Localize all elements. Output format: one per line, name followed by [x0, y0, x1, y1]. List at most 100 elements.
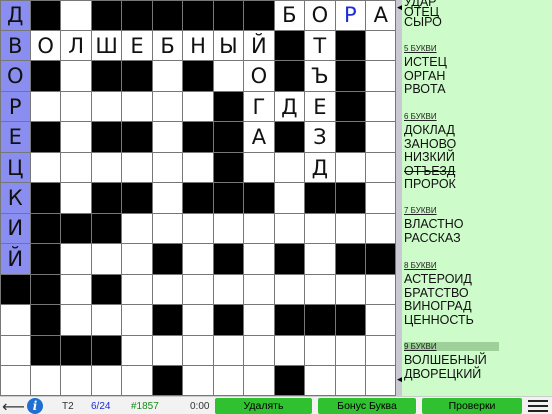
grid-cell[interactable]: Г: [244, 91, 274, 122]
grid-cell[interactable]: [183, 366, 213, 396]
grid-cell[interactable]: [244, 244, 274, 274]
grid-cell[interactable]: [122, 305, 152, 335]
grid-cell[interactable]: [0, 335, 30, 366]
grid-cell[interactable]: Ш: [91, 30, 122, 61]
grid-cell[interactable]: [305, 366, 335, 396]
grid-cell[interactable]: Е: [122, 30, 152, 61]
grid-cell[interactable]: [122, 274, 152, 305]
grid-cell[interactable]: Й: [0, 244, 30, 274]
grid-cell[interactable]: Ы: [213, 30, 244, 61]
grid-cell[interactable]: [366, 122, 396, 152]
grid-cell[interactable]: [152, 152, 183, 183]
grid-cell[interactable]: Д: [0, 0, 30, 30]
word-entry[interactable]: ДВОРЕЦКИЙ: [404, 367, 481, 382]
grid-cell[interactable]: [183, 335, 213, 366]
grid-cell[interactable]: [122, 335, 152, 366]
info-icon[interactable]: i: [27, 398, 43, 414]
grid-cell[interactable]: [335, 213, 366, 244]
grid-cell[interactable]: [335, 274, 366, 305]
grid-cell[interactable]: [366, 30, 396, 61]
grid-cell[interactable]: [61, 0, 91, 30]
grid-cell[interactable]: [274, 213, 305, 244]
grid-cell[interactable]: [91, 91, 122, 122]
grid-cell[interactable]: Ъ: [305, 61, 335, 91]
grid-cell[interactable]: [366, 183, 396, 213]
grid-cell[interactable]: Т: [305, 30, 335, 61]
grid-cell[interactable]: К: [0, 183, 30, 213]
grid-cell[interactable]: О: [0, 61, 30, 91]
word-group-title[interactable]: 6 БУКВИ: [404, 112, 437, 121]
grid-cell[interactable]: [274, 274, 305, 305]
delete-button[interactable]: Удалять: [215, 398, 312, 414]
grid-cell[interactable]: [213, 61, 244, 91]
grid-cell[interactable]: [274, 335, 305, 366]
grid-cell[interactable]: Е: [0, 122, 30, 152]
grid-cell[interactable]: З: [305, 122, 335, 152]
grid-cell[interactable]: [0, 305, 30, 335]
word-entry[interactable]: АСТЕРОИД: [404, 272, 472, 287]
grid-cell[interactable]: [366, 61, 396, 91]
grid-cell[interactable]: [30, 366, 61, 396]
grid-cell[interactable]: [122, 244, 152, 274]
grid-cell[interactable]: [152, 335, 183, 366]
grid-cell[interactable]: [30, 91, 61, 122]
grid-cell[interactable]: [366, 305, 396, 335]
grid-cell[interactable]: Н: [183, 30, 213, 61]
grid-cell[interactable]: [91, 152, 122, 183]
grid-cell[interactable]: [244, 335, 274, 366]
grid-cell[interactable]: [61, 305, 91, 335]
grid-cell[interactable]: [274, 183, 305, 213]
grid-cell[interactable]: [122, 152, 152, 183]
word-entry[interactable]: ВИНОГРАД: [404, 299, 472, 314]
word-group-title[interactable]: 7 БУКВИ: [404, 206, 437, 215]
bonus-letter-button[interactable]: Бонус Буква: [318, 398, 416, 414]
grid-cell[interactable]: [366, 335, 396, 366]
grid-cell[interactable]: А: [366, 0, 396, 30]
grid-cell[interactable]: [274, 152, 305, 183]
grid-cell[interactable]: [183, 91, 213, 122]
grid-cell[interactable]: В: [0, 30, 30, 61]
grid-cell[interactable]: [213, 335, 244, 366]
grid-cell[interactable]: [183, 244, 213, 274]
grid-cell[interactable]: [152, 122, 183, 152]
check-button[interactable]: Проверки: [422, 398, 522, 414]
grid-cell[interactable]: [61, 122, 91, 152]
grid-cell[interactable]: [61, 61, 91, 91]
word-group-title[interactable]: 9 БУКВИ: [404, 342, 499, 351]
word-entry[interactable]: БРАТСТВО: [404, 286, 469, 301]
grid-cell[interactable]: [335, 366, 366, 396]
crossword-grid[interactable]: ДБОРАВОЛШЕБНЫЙТООЪРГДЕЕАЗЦДКИЙ: [0, 0, 396, 396]
grid-cell[interactable]: [183, 305, 213, 335]
grid-cell[interactable]: [61, 91, 91, 122]
grid-cell[interactable]: [152, 213, 183, 244]
word-entry[interactable]: ОТЪЕЗД: [404, 164, 455, 179]
word-group-title[interactable]: 5 БУКВИ: [404, 44, 437, 53]
grid-cell[interactable]: [213, 213, 244, 244]
grid-cell[interactable]: Д: [305, 152, 335, 183]
grid-cell[interactable]: [152, 61, 183, 91]
grid-cell[interactable]: Ц: [0, 152, 30, 183]
word-entry[interactable]: ВОЛШЕБНЫЙ: [404, 353, 487, 368]
grid-cell[interactable]: Л: [61, 30, 91, 61]
grid-cell[interactable]: [91, 305, 122, 335]
grid-cell[interactable]: [305, 244, 335, 274]
grid-cell[interactable]: [183, 274, 213, 305]
word-entry[interactable]: ОРГАН: [404, 69, 445, 84]
grid-cell[interactable]: [152, 183, 183, 213]
grid-cell[interactable]: [335, 335, 366, 366]
word-entry[interactable]: ВЛАСТНО: [404, 217, 463, 232]
grid-cell[interactable]: [335, 152, 366, 183]
grid-cell[interactable]: [183, 152, 213, 183]
word-group-title[interactable]: 8 БУКВИ: [404, 261, 437, 270]
grid-cell[interactable]: [61, 183, 91, 213]
grid-cell[interactable]: [91, 366, 122, 396]
grid-cell[interactable]: [305, 335, 335, 366]
word-entry[interactable]: РАССКАЗ: [404, 231, 461, 246]
grid-cell[interactable]: [183, 213, 213, 244]
grid-cell[interactable]: Б: [274, 0, 305, 30]
grid-cell[interactable]: О: [30, 30, 61, 61]
grid-cell[interactable]: Р: [0, 91, 30, 122]
grid-cell[interactable]: [0, 366, 30, 396]
grid-cell[interactable]: [305, 274, 335, 305]
grid-cell[interactable]: Д: [274, 91, 305, 122]
